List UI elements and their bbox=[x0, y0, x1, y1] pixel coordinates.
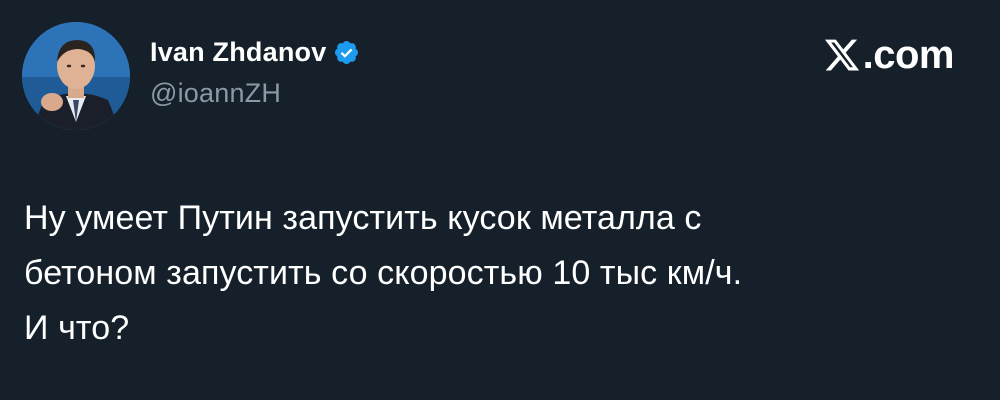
x-logo-icon bbox=[822, 36, 862, 74]
avatar[interactable] bbox=[22, 22, 130, 130]
display-name[interactable]: Ivan Zhdanov bbox=[150, 37, 326, 68]
tweet-text: Ну умеет Путин запустить кусок металла с… bbox=[24, 199, 743, 347]
author-block: Ivan Zhdanov @ioannZH bbox=[150, 32, 360, 109]
name-row: Ivan Zhdanov bbox=[150, 32, 360, 72]
brand-domain-text: .com bbox=[862, 32, 955, 77]
tweet-card: Ivan Zhdanov @ioannZH .com Ну умеет Пути… bbox=[0, 0, 1000, 400]
brand-logo: .com bbox=[822, 30, 955, 80]
user-handle[interactable]: @ioannZH bbox=[150, 78, 360, 109]
verified-badge-icon bbox=[333, 39, 360, 66]
